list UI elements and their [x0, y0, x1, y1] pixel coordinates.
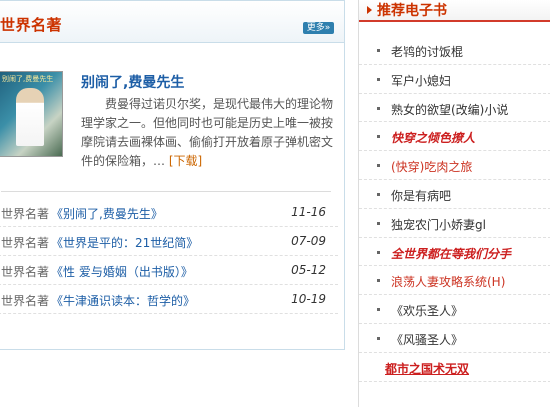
- recommended-item: 全世界都在等我们分手: [359, 238, 550, 267]
- bullet-icon: [377, 106, 380, 110]
- recommended-item-link[interactable]: 军户小媳妇: [391, 72, 451, 89]
- recommended-item-link[interactable]: (快穿)吃肉之旅: [391, 158, 472, 175]
- recommended-item-link[interactable]: 熟女的欲望(改编)小说: [391, 101, 508, 118]
- recommended-item: 《欢乐圣人》: [359, 295, 550, 324]
- recommended-item-link[interactable]: 《欢乐圣人》: [391, 302, 463, 319]
- recommended-item: 浪荡人妻攻略系统(H): [359, 266, 550, 296]
- cover-person-figure: [16, 88, 44, 146]
- recommended-item-link[interactable]: 《风骚圣人》: [391, 331, 463, 348]
- recommended-item: 你是有病吧: [359, 180, 550, 209]
- list-item-category: 世界名著: [1, 207, 50, 221]
- list-item-category: 世界名著: [1, 294, 50, 308]
- list-item: 世界名著 《别闹了,费曼先生》 11-16: [0, 198, 338, 227]
- recommended-item: 军户小媳妇: [359, 65, 550, 94]
- recommended-item: 《风骚圣人》: [359, 324, 550, 353]
- bullet-icon: [377, 164, 380, 168]
- list-item-title-link[interactable]: 《牛津通识读本：哲学的》: [51, 292, 195, 309]
- recommended-ebooks-panel: 推荐电子书 老鸨的讨饭棍 军户小媳妇 熟女的欲望(改编)小说 快穿之倾色撩人 (…: [358, 0, 550, 407]
- bullet-icon: [377, 308, 380, 312]
- recommended-item-link[interactable]: 你是有病吧: [391, 187, 451, 204]
- bullet-icon: [377, 279, 380, 283]
- panel-header: 世界名著 更多»: [0, 1, 344, 43]
- download-link[interactable]: [下载]: [169, 154, 202, 168]
- bullet-icon: [377, 77, 380, 81]
- list-item: 世界名著 《世界是平的：21世纪简》 07-09: [0, 227, 338, 256]
- list-item-category: 世界名著: [1, 265, 50, 279]
- recommended-item-link[interactable]: 全世界都在等我们分手: [391, 245, 511, 262]
- list-item: 世界名著 《牛津通识读本：哲学的》 10-19: [0, 285, 338, 314]
- list-item-title-link[interactable]: 《别闹了,费曼先生》: [51, 205, 163, 222]
- recommended-item-link[interactable]: 都市之国术无双: [385, 360, 469, 377]
- recommended-item: 独宠农门小娇妻gl: [359, 209, 550, 238]
- recommended-item-link[interactable]: 独宠农门小娇妻gl: [391, 216, 486, 233]
- bullet-icon: [377, 221, 380, 225]
- more-button[interactable]: 更多»: [303, 22, 334, 34]
- list-item-title-link[interactable]: 《性 爱与婚姻（出书版）》: [51, 263, 193, 280]
- bullet-icon: [377, 192, 380, 196]
- recommended-item-link[interactable]: 老鸨的讨饭棍: [391, 43, 463, 60]
- arrow-right-icon: [367, 6, 372, 14]
- list-item-title-link[interactable]: 《世界是平的：21世纪简》: [51, 234, 198, 251]
- recommended-item-link[interactable]: 浪荡人妻攻略系统(H): [391, 273, 505, 290]
- recommended-title: 推荐电子书: [377, 3, 447, 19]
- list-item-category: 世界名著: [1, 236, 50, 250]
- recommended-item-link[interactable]: 快穿之倾色撩人: [391, 129, 475, 146]
- featured-title-link[interactable]: 别闹了,费曼先生: [81, 72, 184, 92]
- list-item-date: 07-09: [291, 234, 326, 248]
- recommended-item: 快穿之倾色撩人: [359, 122, 550, 152]
- featured-book: 别闹了,费曼先生 别闹了,费曼先生 费曼得过诺贝尔奖，是现代最伟大的理论物理学家…: [0, 71, 343, 181]
- bullet-icon: [377, 250, 380, 254]
- recommended-header: 推荐电子书: [359, 0, 550, 22]
- description-text: 费曼得过诺贝尔奖，是现代最伟大的理论物理学家之一。但他同时也可能是历史上唯一被按…: [81, 97, 334, 168]
- bullet-icon: [377, 135, 380, 139]
- book-cover-image[interactable]: 别闹了,费曼先生: [0, 71, 63, 157]
- list-item-date: 05-12: [291, 263, 326, 277]
- recommended-item: 都市之国术无双: [359, 353, 550, 382]
- panel-title: 世界名著: [0, 16, 63, 34]
- world-classics-panel: 世界名著 更多» 别闹了,费曼先生 别闹了,费曼先生 费曼得过诺贝尔奖，是现代最…: [0, 0, 345, 350]
- bullet-icon: [377, 336, 380, 340]
- book-list: 世界名著 《别闹了,费曼先生》 11-16 世界名著 《世界是平的：21世纪简》…: [0, 198, 338, 314]
- recommended-list: 老鸨的讨饭棍 军户小媳妇 熟女的欲望(改编)小说 快穿之倾色撩人 (快穿)吃肉之…: [359, 36, 550, 382]
- featured-description: 费曼得过诺贝尔奖，是现代最伟大的理论物理学家之一。但他同时也可能是历史上唯一被按…: [81, 95, 343, 171]
- cover-text: 别闹了,费曼先生: [2, 75, 54, 83]
- description-ellipsis: …: [153, 154, 166, 168]
- recommended-item: (快穿)吃肉之旅: [359, 151, 550, 180]
- list-item-date: 11-16: [291, 205, 326, 219]
- list-item: 世界名著 《性 爱与婚姻（出书版）》 05-12: [0, 256, 338, 285]
- bullet-icon: [377, 49, 380, 52]
- list-item-date: 10-19: [291, 292, 326, 306]
- recommended-item: 老鸨的讨饭棍: [359, 36, 550, 65]
- recommended-item: 熟女的欲望(改编)小说: [359, 94, 550, 123]
- divider: [1, 191, 331, 192]
